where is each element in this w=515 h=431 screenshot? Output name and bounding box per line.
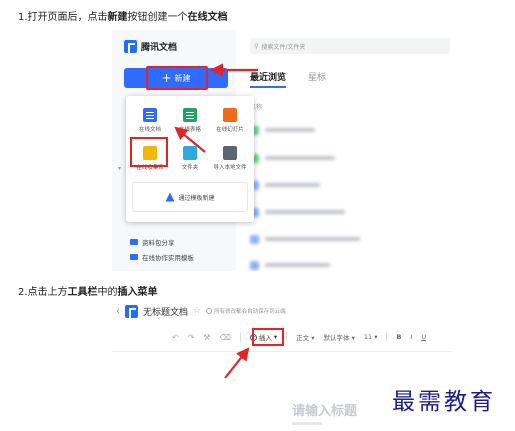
toolbar-divider (386, 332, 388, 342)
search-placeholder: 搜索文件/文件夹 (261, 43, 306, 51)
list-item[interactable] (250, 207, 345, 217)
menu-item-online-sheet[interactable]: 在线表格 (170, 108, 210, 133)
underline-button[interactable]: U (421, 333, 426, 341)
sidebar-item-templates[interactable]: 在线协作实用模板 (130, 252, 194, 262)
toolbar-divider (286, 332, 288, 342)
menu-item-label: 在线幻灯片 (216, 127, 244, 133)
save-status-text: 所有修改都会自动保存到云端 (214, 309, 286, 315)
list-item[interactable] (250, 153, 335, 163)
undo-icon[interactable]: ↶ (172, 333, 179, 342)
folder-icon (130, 254, 138, 260)
clear-format-icon[interactable]: ⌫ (220, 333, 231, 342)
menu-item-label: 在线文档 (138, 127, 161, 133)
sidebar-item-label: 在线协作实用模板 (142, 254, 194, 262)
template-new-label: 通过模板新建 (178, 194, 215, 202)
editor-toolbar: ↶ ↷ ⚒ ⌫ + 插入 ▾ 正文 ▾ 默认字体 ▾ 11 ▾ B I U (172, 330, 452, 344)
list-item[interactable] (250, 260, 330, 270)
back-chevron-icon[interactable]: ‹ (116, 306, 120, 317)
step-1-mid: 按钮创建一个 (127, 12, 188, 23)
template-new-button[interactable]: 通过模板新建 (132, 182, 248, 212)
template-icon (165, 192, 175, 202)
paragraph-style-select[interactable]: 正文 ▾ (296, 332, 314, 342)
screenshot-tencent-docs-home: 腾讯文档 + 新建 ▾ 资料包分享 在线协作实用模板 ⚲ 搜索文件/文件夹 最近… (112, 30, 452, 271)
step-2-keyword-insert: 插入菜单 (117, 287, 158, 298)
doc-icon (143, 108, 157, 122)
sidebar-item-shared[interactable]: 资料包分享 (130, 237, 175, 247)
search-icon: ⚲ (254, 42, 259, 50)
step-2-instruction: 2.点击上方工具栏中的插入菜单 (18, 283, 158, 298)
redo-icon[interactable]: ↷ (188, 333, 195, 342)
menu-item-import[interactable]: 导入本地文件 (210, 146, 250, 171)
app-logo[interactable]: 腾讯文档 (124, 40, 177, 53)
save-status: 所有修改都会自动保存到云端 (206, 307, 286, 315)
font-family-select[interactable]: 默认字体 ▾ (324, 332, 355, 342)
import-icon (223, 146, 237, 160)
doc-title[interactable]: 无标题文档 (143, 305, 188, 318)
tab-bar: 最近浏览 星标 (250, 70, 326, 88)
editor-title-bar: ‹ 无标题文档 ☆ 所有修改都会自动保存到云端 (112, 300, 452, 322)
tencent-docs-logo-icon[interactable] (125, 304, 138, 318)
heading-placeholder[interactable]: 请输入标题 (292, 400, 357, 419)
collapse-caret-icon[interactable]: ▾ (118, 165, 121, 172)
step-1-prefix: 1.打开页面后，点击 (18, 12, 108, 23)
bold-button[interactable]: B (396, 333, 401, 341)
highlight-box-insert (252, 328, 284, 346)
list-item[interactable] (250, 125, 315, 135)
app-logo-text: 腾讯文档 (141, 43, 178, 53)
step-2-prefix: 2.点击上方 (18, 287, 68, 298)
font-size-select[interactable]: 11 ▾ (364, 333, 378, 341)
cloud-status-icon (206, 308, 213, 314)
ppt-icon (223, 108, 237, 122)
folder-icon (183, 146, 197, 160)
tab-recent[interactable]: 最近浏览 (250, 70, 287, 88)
step-1-keyword-new: 新建 (107, 12, 128, 23)
font-family-value: 默认字体 (323, 334, 350, 342)
search-input[interactable]: ⚲ 搜索文件/文件夹 (250, 38, 450, 54)
list-item[interactable] (250, 180, 320, 190)
toolbar-divider-line (112, 351, 452, 352)
menu-item-label: 在线表格 (178, 127, 201, 133)
step-1-instruction: 1.打开页面后，点击新建按钮创建一个在线文档 (18, 8, 228, 23)
menu-item-label: 导入本地文件 (213, 165, 247, 171)
menu-item-label: 文件夹 (181, 165, 199, 171)
step-1-keyword-doc: 在线文档 (187, 12, 228, 23)
menu-item-online-doc[interactable]: 在线文档 (130, 108, 170, 133)
step-2-mid: 中的 (97, 287, 118, 298)
body-placeholder[interactable] (292, 422, 322, 425)
star-icon[interactable]: ☆ (193, 306, 201, 316)
sheet-icon (183, 108, 197, 122)
italic-button[interactable]: I (410, 333, 412, 341)
tencent-docs-logo-icon (124, 40, 137, 53)
step-2-keyword-toolbar: 工具栏 (67, 287, 98, 298)
folder-icon (130, 239, 138, 245)
tab-starred[interactable]: 星标 (308, 70, 326, 88)
toolbar-divider (239, 332, 241, 342)
font-size-value: 11 (363, 333, 373, 341)
menu-item-online-slides[interactable]: 在线幻灯片 (210, 108, 250, 133)
list-item[interactable] (250, 234, 360, 244)
menu-item-folder[interactable]: 文件夹 (170, 146, 210, 171)
highlight-box-online-doc (130, 137, 168, 167)
main-area: ⚲ 搜索文件/文件夹 最近浏览 星标 名称 (236, 30, 452, 271)
highlight-box-new (146, 66, 208, 90)
sidebar-item-label: 资料包分享 (142, 239, 175, 247)
format-painter-icon[interactable]: ⚒ (203, 333, 210, 342)
watermark-text: 最需教育 (392, 389, 496, 415)
paragraph-style-value: 正文 (296, 334, 310, 342)
